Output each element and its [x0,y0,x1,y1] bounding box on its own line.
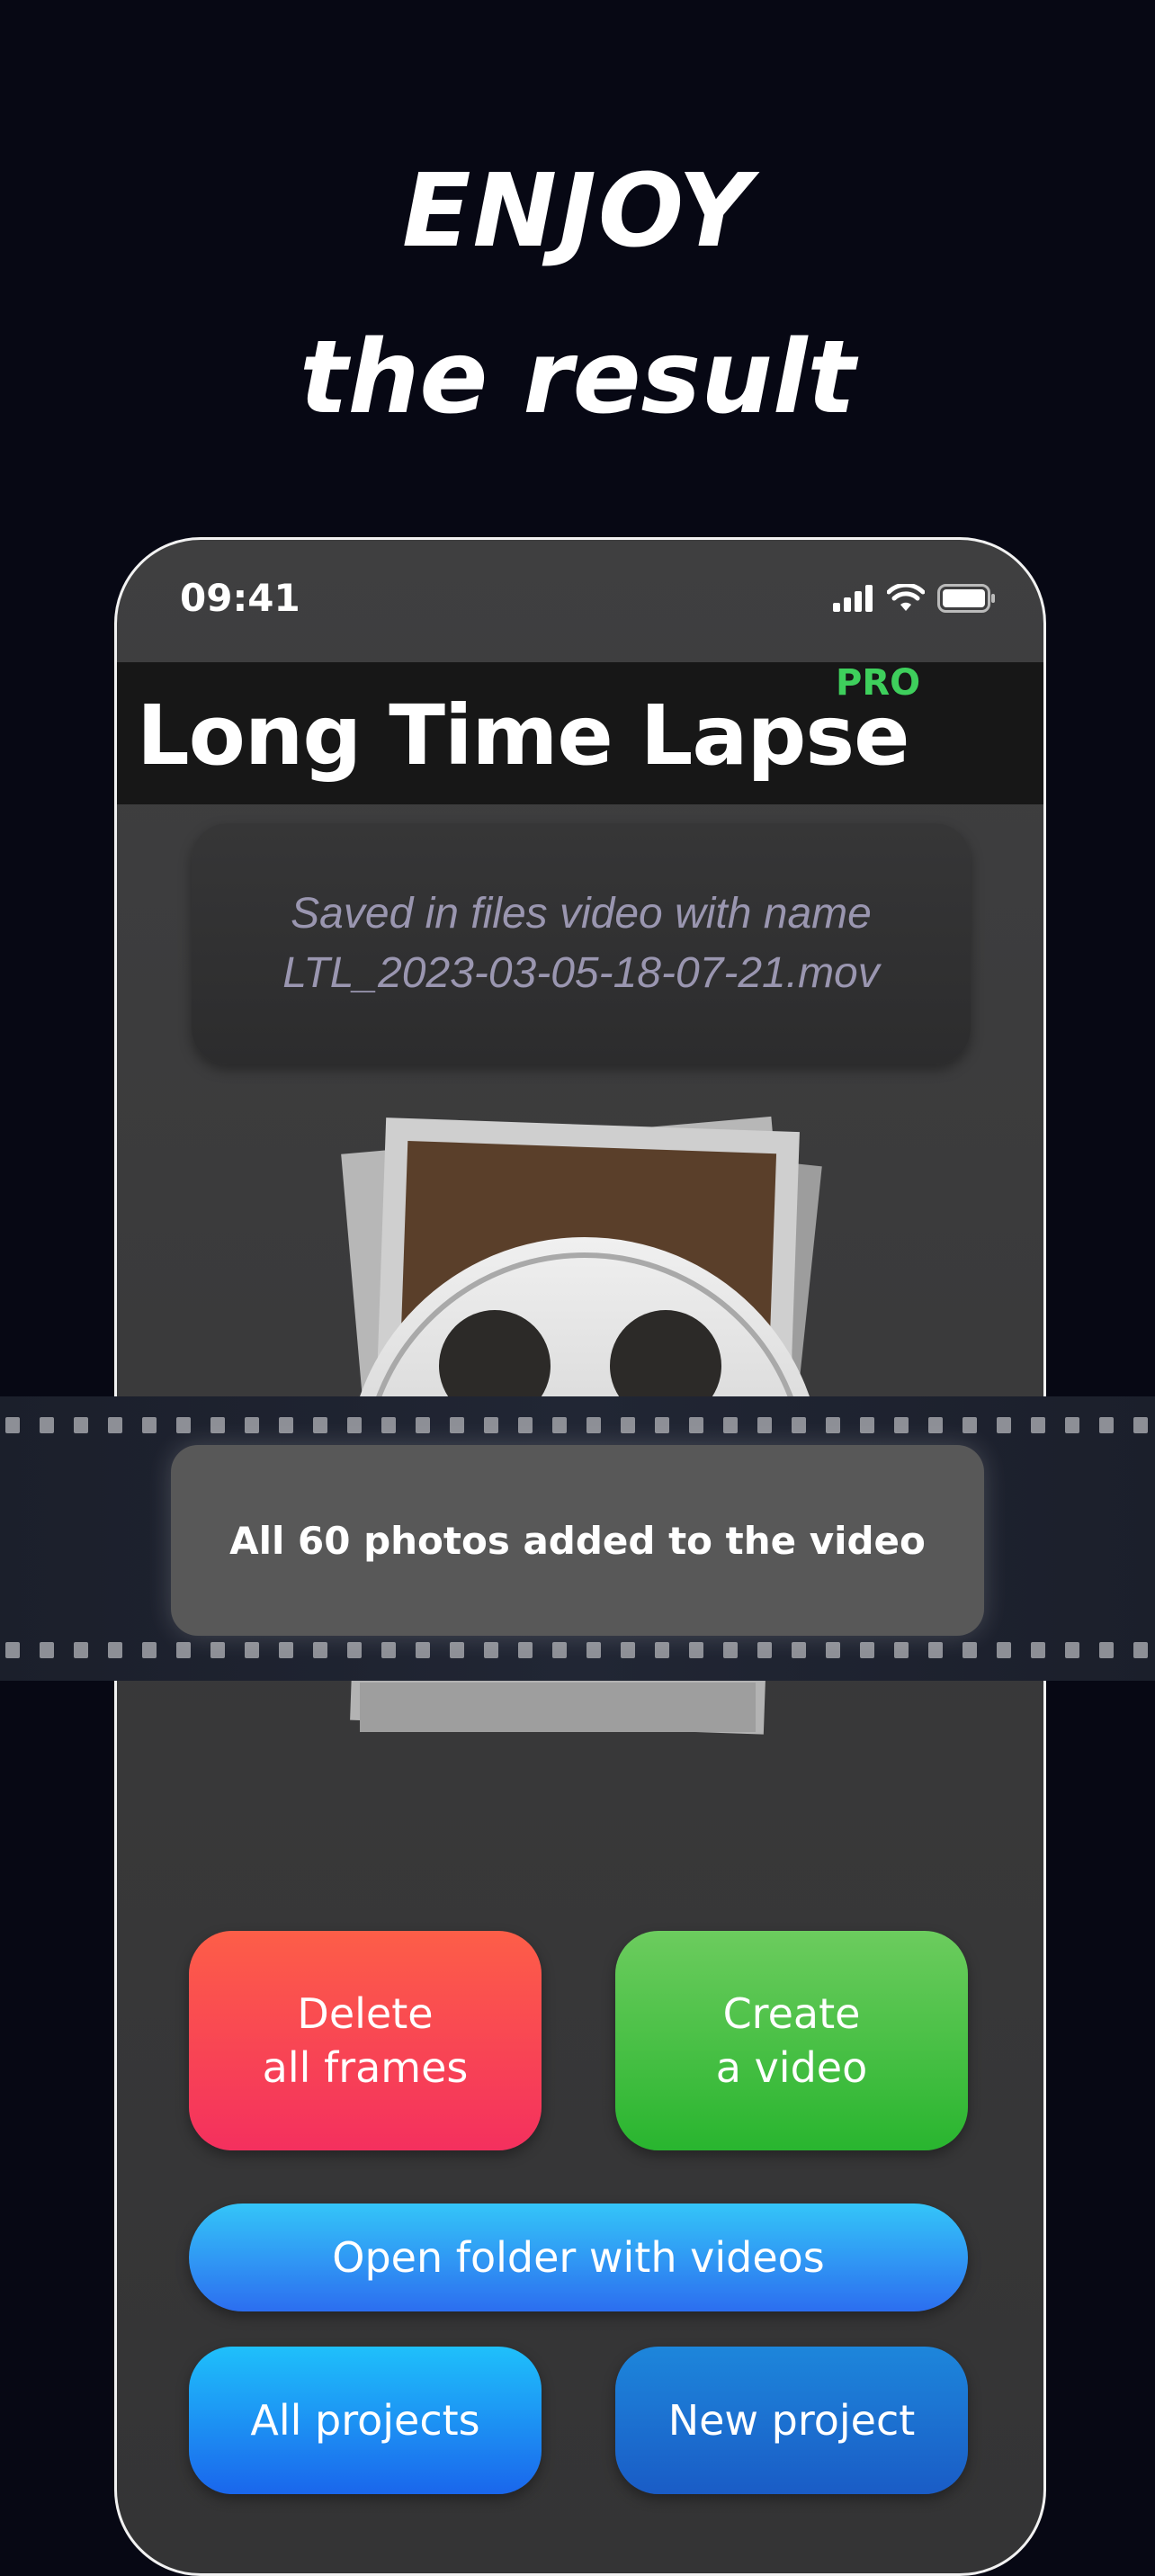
film-perforation-hole [313,1642,327,1658]
wifi-icon [887,584,925,611]
headline-enjoy: ENJOY [401,153,754,270]
headline-the-result: the result [300,319,855,436]
film-perforation-hole [484,1642,498,1658]
create-button-line2: a video [715,2043,868,2092]
film-perforation-hole [860,1642,874,1658]
film-perforation-hole [518,1417,533,1433]
film-perforation-hole [689,1417,703,1433]
film-perforation-hole [962,1642,977,1658]
film-perforations-bottom [5,1642,1148,1658]
film-perforation-hole [279,1642,293,1658]
film-perforation-hole [74,1417,88,1433]
film-perforation-hole [5,1417,20,1433]
film-perforation-hole [416,1417,430,1433]
film-perforation-hole [416,1642,430,1658]
film-perforation-hole [655,1642,669,1658]
photo-stack-bottom [297,1665,837,1746]
film-perforations-top [5,1417,1148,1433]
film-perforation-hole [552,1642,567,1658]
film-perforation-hole [176,1417,191,1433]
film-perforation-hole [381,1642,396,1658]
film-perforation-hole [108,1417,122,1433]
app-title: Long Time Lapse [137,687,910,784]
film-perforation-hole [860,1417,874,1433]
film-perforation-hole [279,1417,293,1433]
film-perforation-hole [962,1417,977,1433]
film-perforation-hole [1099,1417,1114,1433]
film-perforation-hole [621,1642,635,1658]
cellular-signal-icon [833,585,873,612]
film-perforation-hole [1133,1417,1148,1433]
film-perforation-hole [689,1642,703,1658]
film-perforation-hole [40,1417,54,1433]
app-title-bar: Long Time Lapse PRO [117,662,1043,804]
status-icons [833,580,997,616]
film-perforation-hole [1065,1642,1079,1658]
film-perforation-hole [40,1642,54,1658]
pro-badge: PRO [836,662,921,704]
film-perforation-hole [518,1642,533,1658]
film-perforation-hole [792,1417,806,1433]
film-perforation-hole [552,1417,567,1433]
film-perforation-hole [484,1417,498,1433]
saved-video-message: Saved in files video with name LTL_2023-… [192,823,971,1064]
film-perforation-hole [826,1642,840,1658]
film-perforation-hole [997,1642,1011,1658]
film-perforation-hole [347,1417,362,1433]
film-perforation-hole [757,1417,772,1433]
film-perforation-hole [723,1642,738,1658]
create-video-button[interactable]: Create a video [615,1931,968,2150]
film-perforation-hole [792,1642,806,1658]
film-perforation-hole [997,1417,1011,1433]
film-perforation-hole [586,1642,601,1658]
film-perforation-hole [928,1642,943,1658]
delete-all-frames-button[interactable]: Delete all frames [189,1931,542,2150]
film-perforation-hole [655,1417,669,1433]
status-time: 09:41 [180,576,300,620]
film-perforation-hole [928,1417,943,1433]
delete-button-line2: all frames [262,2043,469,2092]
film-perforation-hole [450,1417,464,1433]
film-perforation-hole [210,1642,225,1658]
film-perforation-hole [826,1417,840,1433]
film-perforation-hole [894,1642,909,1658]
film-perforation-hole [313,1417,327,1433]
film-perforation-hole [381,1417,396,1433]
film-perforation-hole [1099,1642,1114,1658]
delete-button-line1: Delete [297,1989,434,2038]
film-perforation-hole [142,1417,157,1433]
film-perforation-hole [757,1642,772,1658]
saved-file-name: LTL_2023-03-05-18-07-21.mov [282,949,880,997]
film-perforation-hole [108,1642,122,1658]
saved-message-line: Saved in files video with name [291,890,872,938]
photos-added-toast: All 60 photos added to the video [171,1445,984,1636]
film-perforation-hole [894,1417,909,1433]
film-perforation-hole [1031,1642,1045,1658]
film-perforation-hole [347,1642,362,1658]
open-folder-button[interactable]: Open folder with videos [189,2204,968,2311]
film-perforation-hole [723,1417,738,1433]
film-perforation-hole [245,1642,259,1658]
film-perforation-hole [210,1417,225,1433]
film-perforation-hole [176,1642,191,1658]
film-perforation-hole [74,1642,88,1658]
new-project-button[interactable]: New project [615,2347,968,2494]
all-projects-button[interactable]: All projects [189,2347,542,2494]
create-button-line1: Create [722,1989,861,2038]
film-perforation-hole [1133,1642,1148,1658]
film-perforation-hole [245,1417,259,1433]
film-perforation-hole [142,1642,157,1658]
film-perforation-hole [1031,1417,1045,1433]
film-perforation-hole [621,1417,635,1433]
film-perforation-hole [1065,1417,1079,1433]
film-perforation-hole [5,1642,20,1658]
film-perforation-hole [586,1417,601,1433]
battery-icon [937,584,995,613]
film-perforation-hole [450,1642,464,1658]
